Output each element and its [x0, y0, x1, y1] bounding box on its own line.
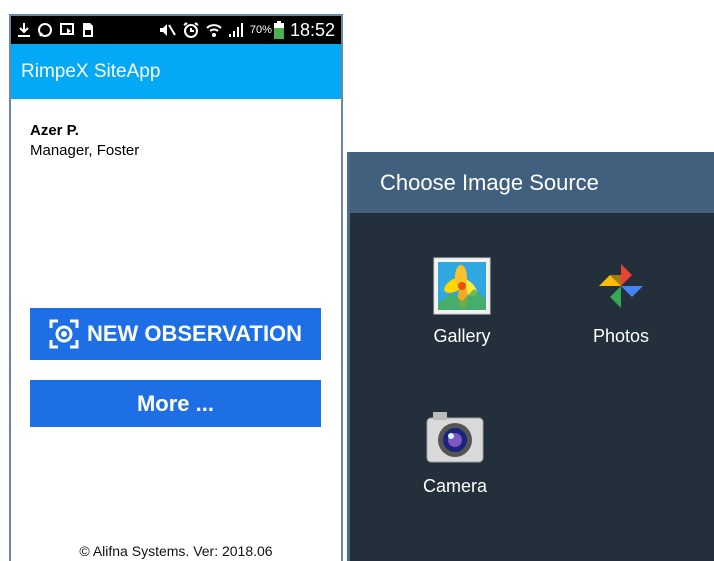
download-icon [17, 22, 31, 38]
camera-label: Camera [422, 476, 488, 496]
new-observation-button[interactable]: NEW OBSERVATION [30, 308, 321, 360]
camera-icon [425, 406, 485, 466]
gallery-icon [432, 256, 492, 316]
image-source-dialog: Choose Image Source Gallery Photos Camer… [347, 152, 714, 561]
photos-pinwheel-icon [591, 256, 651, 316]
status-bar-right: 70% 18:52 [158, 20, 335, 41]
signal-icon [228, 22, 244, 38]
gallery-option[interactable]: Gallery [407, 256, 517, 347]
user-role: Manager, Foster [30, 142, 140, 159]
clock: 18:52 [289, 19, 335, 40]
alarm-icon [182, 21, 200, 39]
mute-icon [158, 22, 176, 38]
photos-label: Photos [592, 326, 650, 346]
whatsapp-icon [37, 22, 53, 38]
wifi-icon [206, 22, 222, 38]
sim-icon [81, 22, 95, 38]
photos-option[interactable]: Photos [566, 256, 676, 347]
new-observation-label: NEW OBSERVATION [86, 321, 303, 346]
camera-option[interactable]: Camera [400, 406, 510, 497]
copyright-footer: © Alifna Systems. Ver: 2018.06 [79, 543, 273, 559]
more-label: More ... [136, 390, 214, 416]
phone-screen: 70% 18:52 RimpeX SiteApp Azer P. Manager… [9, 14, 343, 561]
cast-icon [59, 22, 75, 38]
user-name: Azer P. [30, 122, 79, 139]
battery-percent: 70% [249, 24, 272, 36]
app-bar: RimpeX SiteApp [11, 44, 341, 99]
camera-focus-icon [49, 319, 79, 349]
dialog-title: Choose Image Source [350, 152, 714, 213]
app-title: RimpeX SiteApp [21, 60, 161, 82]
battery-icon [273, 21, 284, 39]
gallery-label: Gallery [433, 326, 491, 346]
status-bar: 70% 18:52 [11, 16, 341, 44]
more-button[interactable]: More ... [30, 380, 321, 427]
